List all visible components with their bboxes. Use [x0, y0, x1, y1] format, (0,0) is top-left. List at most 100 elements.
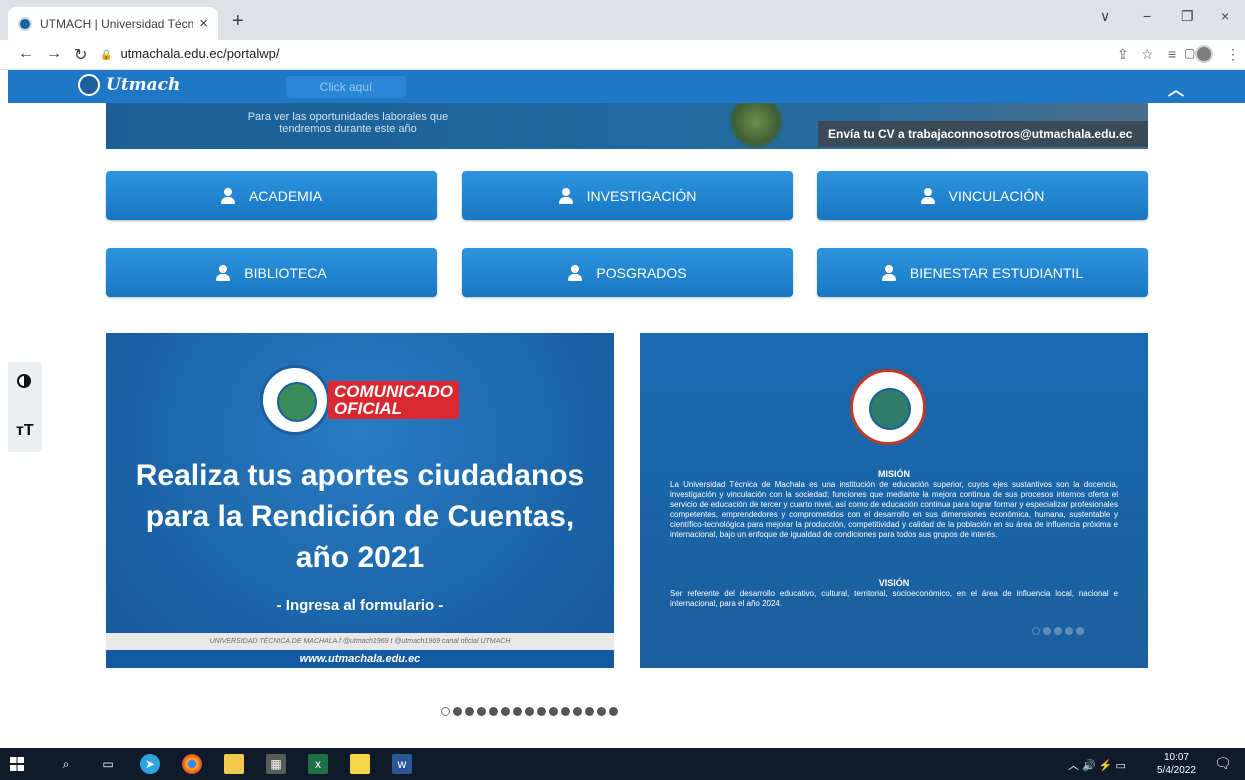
pager-dot[interactable] [453, 707, 462, 716]
investigacion-button[interactable]: INVESTIGACIÓN [462, 171, 793, 220]
pager-dot[interactable] [561, 707, 570, 716]
logo-text: Utmach [106, 75, 181, 95]
task-view-icon[interactable]: ▭ [98, 754, 118, 774]
button-label: BIBLIOTECA [244, 264, 327, 281]
notification-icon[interactable]: 🗨 [1214, 755, 1232, 772]
url-text: utmachala.edu.ec/portalwp/ [120, 46, 280, 61]
forward-arrow-icon[interactable]: → [46, 45, 62, 63]
badge-line2: OFICIAL [334, 399, 402, 418]
accessibility-toolbar: ᴛT [8, 362, 42, 452]
university-seal-icon [260, 365, 330, 435]
pager-dot[interactable] [513, 707, 522, 716]
new-tab-button[interactable]: + [232, 10, 244, 33]
slide-subtitle: - Ingresa al formulario - [276, 597, 444, 614]
system-tray-icons[interactable]: ︿ 🔊 ⚡ ▭ [1068, 757, 1126, 773]
plant-image [726, 103, 786, 149]
profile-avatar[interactable] [1195, 45, 1213, 63]
pager-dot[interactable] [441, 707, 450, 716]
slide-rendicion-cuentas[interactable]: COMUNICADO OFICIAL Realiza tus aportes c… [106, 333, 614, 668]
banner-text: Para ver las oportunidades laborales que… [247, 111, 449, 135]
utmach-logo[interactable]: Utmach [78, 74, 180, 96]
university-seal-icon [850, 369, 926, 445]
pager-dot[interactable] [525, 707, 534, 716]
lock-icon: 🔒 [100, 50, 113, 61]
pager-dot[interactable] [609, 707, 618, 716]
minimize-button[interactable]: − [1143, 8, 1151, 24]
tab-title: UTMACH | Universidad Técnica d [40, 16, 194, 31]
click-aqui-button[interactable]: Click aquí [286, 76, 406, 98]
social-footer: UNIVERSIDAD TÉCNICA DE MACHALA f @utmach… [106, 633, 614, 650]
pager-dot[interactable] [573, 707, 582, 716]
pager-dot[interactable] [537, 707, 546, 716]
pager-dot[interactable] [465, 707, 474, 716]
share-icon[interactable]: ⇪ [1117, 46, 1129, 63]
comunicado-oficial-badge: COMUNICADO OFICIAL [328, 381, 459, 419]
button-label: BIENESTAR ESTUDIANTIL [909, 264, 1084, 281]
pager-dot[interactable] [549, 707, 558, 716]
inner-dot[interactable] [1032, 627, 1040, 635]
windows-start-icon[interactable] [10, 757, 24, 771]
pager-dot[interactable] [477, 707, 486, 716]
calculator-icon[interactable]: ▦ [266, 754, 286, 774]
button-label: VINCULACIÓN [948, 187, 1045, 204]
pager-dot[interactable] [585, 707, 594, 716]
inner-dot[interactable] [1065, 627, 1073, 635]
tab-close-icon[interactable]: × [199, 15, 208, 32]
user-icon [920, 187, 935, 204]
site-url: www.utmachala.edu.ec [106, 650, 614, 668]
side-panel-icon[interactable]: ▢ [1184, 46, 1195, 60]
biblioteca-button[interactable]: BIBLIOTECA [106, 248, 437, 297]
button-label: ACADEMIA [248, 187, 323, 204]
user-icon [220, 187, 235, 204]
browser-toolbar: ← → ↻ 🔒 utmachala.edu.ec/portalwp/ ⇪ ☆ ≡ … [0, 40, 1245, 70]
user-icon [568, 264, 583, 281]
menu-dots-icon[interactable]: ⋮ [1226, 46, 1240, 63]
address-bar[interactable]: 🔒 utmachala.edu.ec/portalwp/ [100, 46, 279, 61]
clock-time: 10:07 [1163, 752, 1189, 763]
bienestar-estudiantil-button[interactable]: BIENESTAR ESTUDIANTIL [817, 248, 1148, 297]
font-size-icon[interactable]: ᴛT [16, 422, 34, 440]
sticky-notes-icon[interactable] [350, 754, 370, 774]
excel-icon[interactable]: x [308, 754, 328, 774]
posgrados-button[interactable]: POSGRADOS [462, 248, 793, 297]
academia-button[interactable]: ACADEMIA [106, 171, 437, 220]
pager-dot[interactable] [597, 707, 606, 716]
site-favicon-icon [18, 16, 32, 31]
mision-heading: MISIÓN [877, 469, 910, 479]
slide-title: Realiza tus aportes ciudadanos para la R… [135, 459, 585, 574]
word-icon[interactable]: w [392, 754, 412, 774]
browser-tab[interactable]: UTMACH | Universidad Técnica d × [8, 7, 218, 40]
restore-button[interactable]: ❐ [1181, 8, 1194, 25]
tab-search-icon[interactable]: ∨ [1100, 8, 1110, 25]
chevron-up-icon[interactable]: ︿ [1168, 76, 1184, 100]
vision-text: Ser referente del desarrollo educativo, … [670, 589, 1118, 608]
close-window-button[interactable]: × [1221, 8, 1229, 24]
clock[interactable]: 10:07 5/4/2022 [1157, 751, 1196, 777]
clock-date: 5/4/2022 [1157, 765, 1196, 776]
slide-mision-vision[interactable]: MISIÓN La Universidad Técnica de Machala… [640, 333, 1148, 668]
telegram-icon[interactable]: ➤ [140, 754, 160, 774]
inner-dot[interactable] [1076, 627, 1084, 635]
search-icon[interactable]: ⌕ [56, 754, 76, 774]
back-arrow-icon[interactable]: ← [18, 45, 34, 63]
bookmark-star-icon[interactable]: ☆ [1141, 46, 1154, 63]
reading-list-icon[interactable]: ≡ [1168, 46, 1176, 62]
inner-dot[interactable] [1054, 627, 1062, 635]
windows-taskbar: ⌕ ▭ ➤ ▦ x w ︿ 🔊 ⚡ ▭ 10:07 5/4/2022 🗨 [0, 748, 1245, 780]
user-icon [558, 187, 573, 204]
file-explorer-icon[interactable] [224, 754, 244, 774]
user-icon [881, 264, 896, 281]
pager-dot[interactable] [501, 707, 510, 716]
contrast-icon[interactable] [17, 374, 31, 388]
reload-icon[interactable]: ↻ [74, 45, 87, 65]
vinculacion-button[interactable]: VINCULACIÓN [817, 171, 1148, 220]
carousel-pager [441, 707, 618, 716]
jobs-banner[interactable]: Para ver las oportunidades laborales que… [106, 103, 1148, 149]
vision-heading: VISIÓN [878, 578, 910, 588]
pager-dot[interactable] [489, 707, 498, 716]
site-header: Utmach Click aquí ︿ [8, 70, 1245, 103]
cv-email-text: Envía tu CV a trabajaconnosotros@utmacha… [818, 121, 1148, 147]
mision-text: La Universidad Técnica de Machala es una… [670, 480, 1118, 539]
chrome-icon[interactable] [182, 754, 202, 774]
inner-dot[interactable] [1043, 627, 1051, 635]
